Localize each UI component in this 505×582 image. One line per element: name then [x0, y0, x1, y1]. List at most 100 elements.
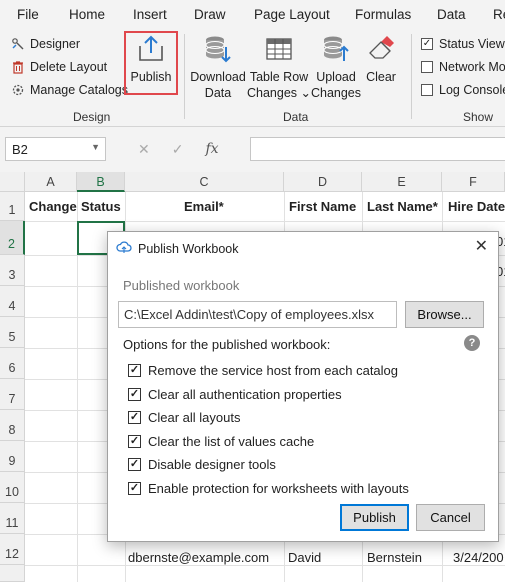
header-last-name[interactable]: Last Name* — [367, 199, 438, 214]
gridline — [25, 565, 505, 566]
tab-file[interactable]: File — [17, 7, 39, 22]
designer-button[interactable]: Designer — [11, 34, 80, 54]
tab-data[interactable]: Data — [437, 7, 466, 22]
row-header[interactable]: 5 — [0, 317, 25, 348]
checkbox-checked[interactable]: ✓ — [128, 457, 141, 471]
chevron-down-icon[interactable]: ▼ — [91, 142, 100, 152]
manage-catalogs-button[interactable]: Manage Catalogs — [11, 80, 128, 100]
header-status[interactable]: Status — [81, 199, 121, 214]
row-header[interactable]: 6 — [0, 348, 25, 379]
log-console-label: Log Console — [439, 83, 505, 97]
checkbox-checked[interactable]: ✓ — [128, 410, 141, 424]
option-clear-layouts[interactable]: ✓ Clear all layouts — [128, 408, 241, 426]
status-viewer-label: Status Viewe — [439, 37, 505, 51]
option-clear-auth-properties[interactable]: ✓ Clear all authentication properties — [128, 385, 342, 403]
dialog-title-bar: Publish Workbook — [116, 240, 239, 257]
table-row-line1: Table Row — [249, 70, 309, 84]
tab-insert[interactable]: Insert — [133, 7, 167, 22]
cancel-button[interactable]: Cancel — [416, 504, 485, 531]
checkbox-checked[interactable]: ✓ — [128, 363, 141, 377]
option-label: Remove the service host from each catalo… — [148, 362, 399, 378]
table-cell[interactable]: David — [288, 550, 321, 565]
network-monitor-checkbox[interactable]: Network Mo — [421, 57, 505, 77]
table-cell[interactable]: dbernste@example.com — [128, 550, 269, 565]
publish-upload-icon — [134, 32, 168, 66]
name-box[interactable]: B2 ▼ — [5, 137, 106, 161]
header-hire-date[interactable]: Hire Date — [448, 199, 505, 214]
insert-function-icon[interactable]: fx — [205, 141, 218, 157]
help-icon[interactable]: ? — [464, 335, 480, 351]
close-icon[interactable]: ✕ — [475, 236, 488, 256]
table-cell[interactable]: 3/24/200 — [453, 550, 505, 565]
column-header-e[interactable]: E — [362, 172, 442, 192]
option-disable-designer[interactable]: ✓ Disable designer tools — [128, 455, 276, 473]
options-heading: Options for the published workbook: — [123, 337, 331, 352]
row-header[interactable]: 9 — [0, 441, 25, 472]
log-console-checkbox[interactable]: Log Console — [421, 80, 505, 100]
delete-layout-button[interactable]: Delete Layout — [11, 57, 107, 77]
publish-workbook-dialog: Publish Workbook ✕ Published workbook C:… — [107, 231, 499, 542]
header-email[interactable]: Email* — [184, 199, 224, 214]
show-group-label: Show — [463, 110, 494, 124]
checkbox-checked[interactable]: ✓ — [128, 481, 141, 495]
header-first-name[interactable]: First Name — [289, 199, 356, 214]
option-label: Enable protection for worksheets with la… — [148, 480, 409, 496]
checkbox-checked[interactable]: ✓ — [128, 434, 141, 448]
row-header[interactable]: 11 — [0, 503, 25, 534]
publish-button[interactable]: Publish — [130, 32, 172, 85]
ribbon-tab-bar: File Home Insert Draw Page Layout Formul… — [0, 0, 505, 30]
tab-home[interactable]: Home — [69, 7, 105, 22]
row-header[interactable]: 8 — [0, 410, 25, 441]
checkbox-box — [421, 84, 433, 96]
option-remove-service-host[interactable]: ✓ Remove the service host from each cata… — [128, 361, 398, 379]
publish-dialog-button[interactable]: Publish — [340, 504, 409, 531]
table-row-changes-button[interactable]: Table Row Changes ⌄ — [247, 32, 311, 101]
row-header[interactable]: 10 — [0, 472, 25, 503]
browse-button[interactable]: Browse... — [405, 301, 484, 328]
table-cell[interactable]: Bernstein — [367, 550, 422, 565]
formula-input[interactable] — [250, 137, 505, 161]
network-monitor-label: Network Mo — [439, 60, 505, 74]
workbook-path-field[interactable]: C:\Excel Addin\test\Copy of employees.xl… — [118, 301, 397, 328]
cancel-icon[interactable]: ✕ — [138, 141, 150, 158]
row-header[interactable]: 3 — [0, 255, 25, 286]
clear-label: Clear — [366, 70, 396, 84]
upload-changes-button[interactable]: Upload Changes — [309, 32, 363, 101]
tab-draw[interactable]: Draw — [194, 7, 226, 22]
checkbox-box: ✓ — [421, 38, 433, 50]
row-header[interactable]: 1 — [0, 192, 25, 221]
checkbox-box — [421, 61, 433, 73]
download-data-button[interactable]: Download Data — [189, 32, 247, 101]
column-header-d[interactable]: D — [284, 172, 362, 192]
column-header-b[interactable]: B — [77, 172, 125, 192]
tab-page-layout[interactable]: Page Layout — [254, 7, 330, 22]
status-viewer-checkbox[interactable]: ✓ Status Viewe — [421, 34, 505, 54]
option-label: Clear all layouts — [148, 409, 241, 425]
option-clear-lov-cache[interactable]: ✓ Clear the list of values cache — [128, 432, 314, 450]
group-separator — [411, 34, 412, 119]
row-header[interactable]: 7 — [0, 379, 25, 410]
tab-review[interactable]: Re — [493, 7, 505, 22]
manage-catalogs-label: Manage Catalogs — [30, 83, 128, 97]
header-change[interactable]: Change — [29, 199, 77, 214]
dialog-title: Publish Workbook — [138, 241, 239, 256]
option-enable-protection[interactable]: ✓ Enable protection for worksheets with … — [128, 479, 409, 497]
row-header[interactable] — [0, 565, 25, 582]
clear-button[interactable]: Clear — [363, 32, 399, 85]
eraser-icon — [364, 32, 398, 66]
row-header[interactable]: 12 — [0, 534, 25, 565]
enter-icon[interactable]: ✓ — [172, 141, 184, 158]
table-row-line2: Changes — [247, 86, 298, 100]
row-header[interactable]: 4 — [0, 286, 25, 317]
download-database-icon — [201, 32, 235, 66]
column-header-a[interactable]: A — [25, 172, 77, 192]
tab-formulas[interactable]: Formulas — [355, 7, 411, 22]
checkbox-checked[interactable]: ✓ — [128, 387, 141, 401]
select-all-corner[interactable] — [0, 172, 25, 192]
column-header-f[interactable]: F — [442, 172, 505, 192]
publish-label: Publish — [130, 70, 172, 84]
option-label: Disable designer tools — [148, 456, 276, 472]
trash-icon — [11, 60, 25, 74]
column-header-c[interactable]: C — [125, 172, 284, 192]
row-header[interactable]: 2 — [0, 221, 25, 255]
